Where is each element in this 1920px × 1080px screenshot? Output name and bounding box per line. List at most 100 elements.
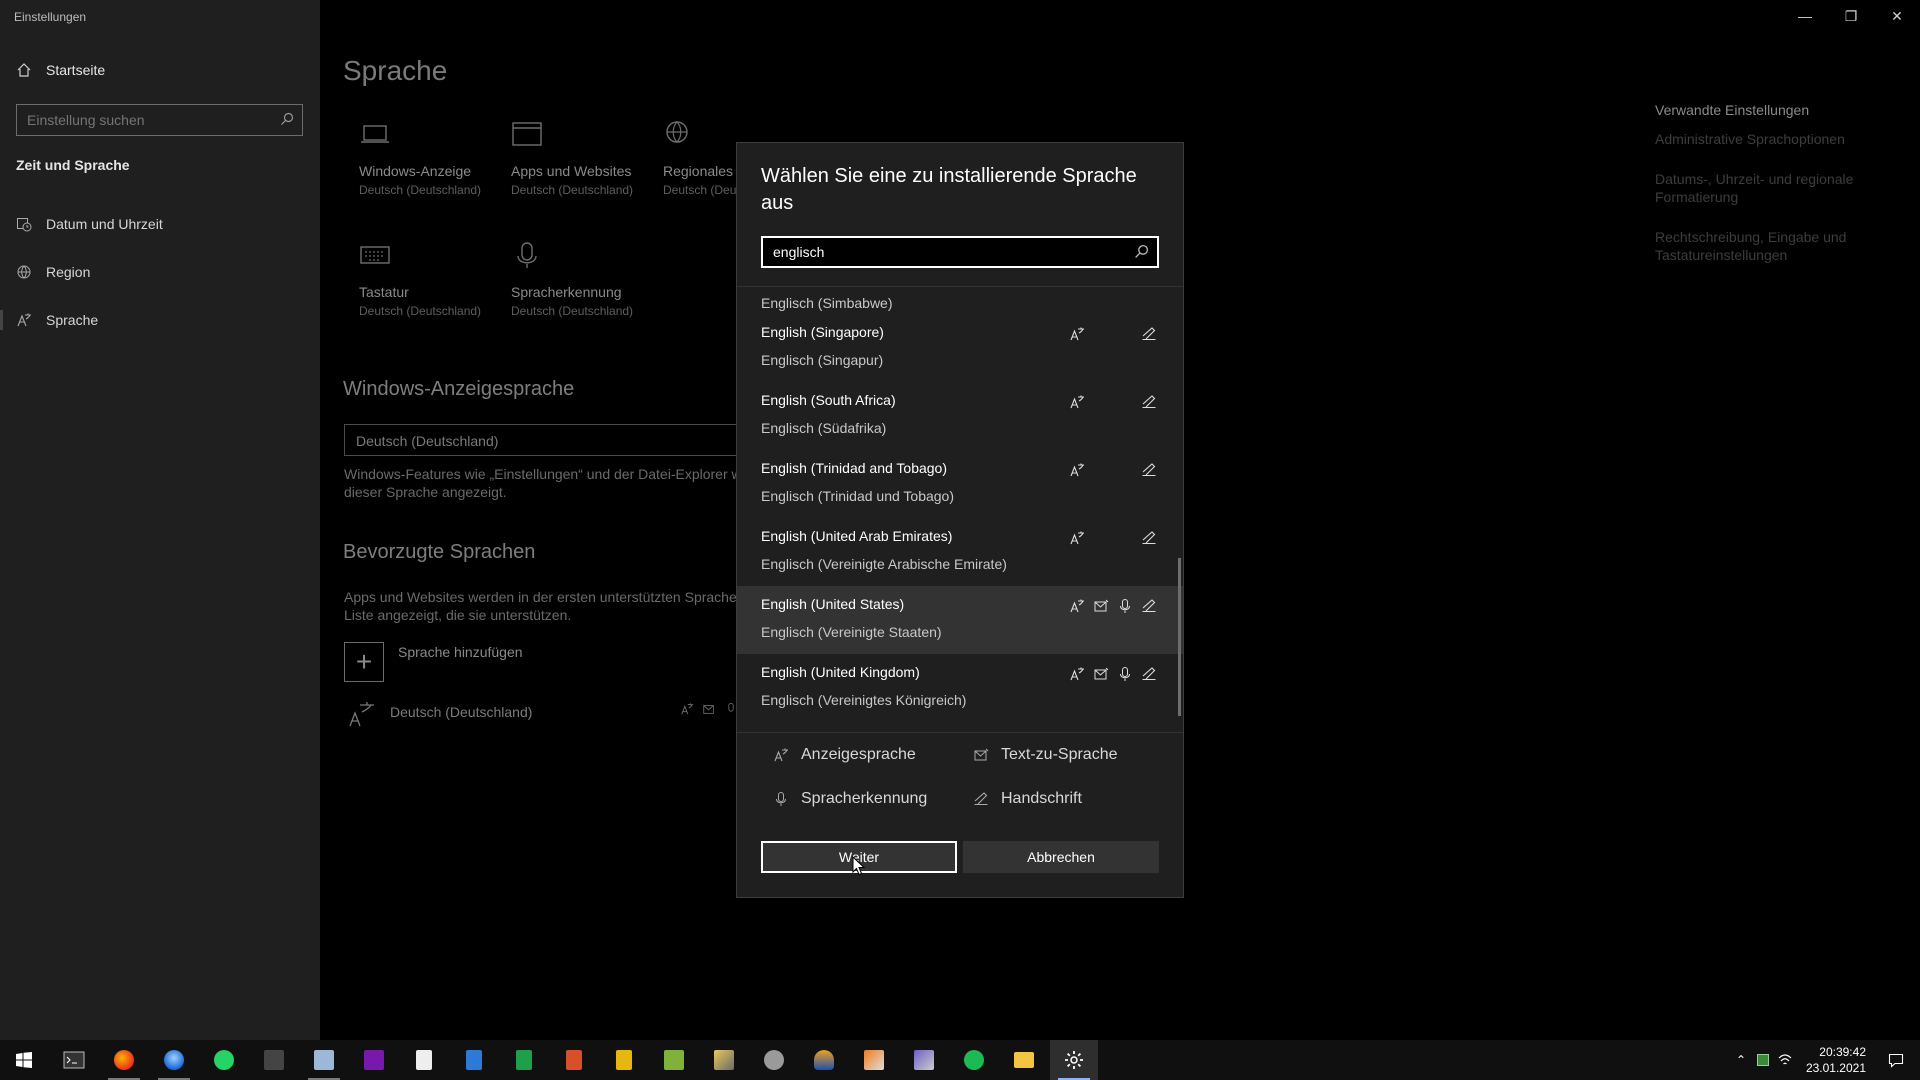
terminal-icon bbox=[63, 1051, 85, 1069]
search-icon[interactable] bbox=[1134, 244, 1149, 259]
taskbar-app[interactable] bbox=[750, 1040, 798, 1080]
taskbar-app[interactable] bbox=[250, 1040, 298, 1080]
taskbar-app[interactable] bbox=[100, 1040, 148, 1080]
tile-spracherkennung[interactable]: Spracherkennung Deutsch (Deutschland) bbox=[511, 241, 661, 318]
list-item[interactable]: English (Singapore) Englisch (Singapur) bbox=[737, 314, 1183, 382]
clock[interactable]: 20:39:42 23.01.2021 bbox=[1806, 1044, 1866, 1076]
settings-search-input[interactable] bbox=[17, 105, 267, 135]
preferred-language-item[interactable]: Deutsch (Deutschland) bbox=[348, 700, 532, 728]
taskbar-app[interactable] bbox=[1000, 1040, 1048, 1080]
tile-subtitle: Deutsch (Deutschland) bbox=[511, 183, 634, 197]
handwriting-icon bbox=[1142, 395, 1156, 409]
taskbar-app[interactable] bbox=[400, 1040, 448, 1080]
globe-icon bbox=[17, 265, 31, 279]
language-native-name: Englisch (Simbabwe) bbox=[761, 295, 893, 311]
dialog-title: Wählen Sie eine zu installierende Sprach… bbox=[761, 165, 1137, 214]
list-scrollbar[interactable] bbox=[1178, 558, 1181, 716]
list-item[interactable]: English (United Arab Emirates) Englisch … bbox=[737, 518, 1183, 586]
legend-label: Text-zu-Sprache bbox=[1001, 746, 1118, 763]
legend-label: Anzeigesprache bbox=[801, 746, 916, 763]
related-link-date-format[interactable]: Datums-, Uhrzeit- und regionale Formatie… bbox=[1655, 170, 1875, 206]
taskbar-app[interactable] bbox=[600, 1040, 648, 1080]
related-link-spelling-typing[interactable]: Rechtschreibung, Eingabe und Tastaturein… bbox=[1655, 228, 1875, 264]
list-item[interactable]: English (South Africa) Englisch (Südafri… bbox=[737, 382, 1183, 450]
text-to-speech-icon bbox=[974, 748, 989, 761]
taskbar-app-settings[interactable] bbox=[1050, 1040, 1098, 1080]
language-name: English (Trinidad and Tobago) bbox=[761, 460, 948, 476]
language-native-name: Englisch (Trinidad und Tobago) bbox=[761, 488, 955, 504]
minimize-button[interactable]: — bbox=[1782, 0, 1828, 32]
writer-icon bbox=[466, 1050, 482, 1070]
taskbar-app[interactable] bbox=[450, 1040, 498, 1080]
clock-time: 20:39:42 bbox=[1819, 1045, 1866, 1059]
sidebar-item-sprache[interactable]: Sprache bbox=[0, 300, 320, 340]
network-status-icon[interactable] bbox=[1752, 1054, 1774, 1066]
cancel-button[interactable]: Abbrechen bbox=[963, 841, 1159, 873]
display-language-icon bbox=[1070, 463, 1084, 477]
list-item[interactable]: English (Trinidad and Tobago) Englisch (… bbox=[737, 450, 1183, 518]
taskbar-app[interactable] bbox=[650, 1040, 698, 1080]
taskbar-app[interactable] bbox=[500, 1040, 548, 1080]
taskbar-app[interactable] bbox=[150, 1040, 198, 1080]
window-title: Einstellungen bbox=[14, 10, 87, 24]
settings-search-box[interactable] bbox=[16, 104, 303, 136]
ruler-icon bbox=[914, 1050, 934, 1070]
search-icon[interactable] bbox=[280, 112, 294, 126]
minimize-icon: — bbox=[1798, 8, 1812, 24]
preferred-languages-description: Apps und Websites werden in der ersten u… bbox=[344, 588, 764, 624]
wifi-icon[interactable] bbox=[1774, 1053, 1796, 1067]
tile-subtitle: Deutsch (Deu bbox=[663, 183, 737, 197]
language-search-box[interactable] bbox=[761, 236, 1159, 268]
tile-subtitle: Deutsch (Deutschland) bbox=[511, 304, 634, 318]
display-language-icon bbox=[1070, 599, 1084, 613]
keyboard-icon bbox=[360, 246, 390, 264]
taskbar-app[interactable] bbox=[850, 1040, 898, 1080]
taskbar-app[interactable] bbox=[550, 1040, 598, 1080]
list-item-selected[interactable]: English (United States) Englisch (Verein… bbox=[737, 586, 1183, 654]
tile-title: Tastatur bbox=[359, 284, 409, 300]
language-native-name: Englisch (Vereinigte Staaten) bbox=[761, 624, 942, 640]
taskbar-app[interactable] bbox=[800, 1040, 848, 1080]
window-icon bbox=[512, 122, 542, 146]
explorer-icon bbox=[1014, 1052, 1034, 1068]
language-search-input[interactable] bbox=[763, 238, 1123, 266]
whatsapp-icon bbox=[214, 1050, 234, 1070]
chevron-up-icon[interactable]: ⌃ bbox=[1730, 1053, 1752, 1067]
microphone-icon bbox=[1120, 667, 1130, 681]
text-to-speech-icon bbox=[1094, 599, 1109, 612]
sidebar-item-datum-uhrzeit[interactable]: Datum und Uhrzeit bbox=[0, 204, 320, 244]
tile-tastatur[interactable]: Tastatur Deutsch (Deutschland) bbox=[359, 241, 509, 318]
home-icon bbox=[17, 63, 31, 77]
tile-apps-websites[interactable]: Apps und Websites Deutsch (Deutschland) bbox=[511, 120, 661, 197]
start-button[interactable] bbox=[0, 1040, 48, 1080]
restore-button[interactable]: ❐ bbox=[1828, 0, 1874, 32]
taskbar-app[interactable] bbox=[300, 1040, 348, 1080]
add-language-button[interactable]: + Sprache hinzufügen bbox=[344, 642, 523, 682]
add-language-label: Sprache hinzufügen bbox=[398, 644, 523, 660]
tile-windows-anzeige[interactable]: Windows-Anzeige Deutsch (Deutschland) bbox=[359, 120, 509, 197]
tile-title: Apps und Websites bbox=[511, 163, 632, 179]
taskbar-app[interactable] bbox=[950, 1040, 998, 1080]
taskbar-app[interactable] bbox=[50, 1040, 98, 1080]
sidebar-item-label: Region bbox=[46, 264, 91, 280]
taskbar-app[interactable] bbox=[700, 1040, 748, 1080]
preferred-desc-line-2: Liste angezeigt, die sie unterstützen. bbox=[344, 607, 572, 623]
draw-icon bbox=[616, 1050, 632, 1070]
display-language-description: Windows-Features wie „Einstellungen“ und… bbox=[344, 465, 764, 501]
settings-window: Startseite Zeit und Sprache Datum und Uh… bbox=[0, 0, 1920, 1080]
taskbar-app[interactable] bbox=[200, 1040, 248, 1080]
tile-regionales-format[interactable]: Regionales F Deutsch (Deu bbox=[663, 120, 743, 197]
taskbar-app[interactable] bbox=[350, 1040, 398, 1080]
display-language-dropdown[interactable]: Deutsch (Deutschland) bbox=[344, 424, 764, 456]
close-button[interactable]: ✕ bbox=[1874, 0, 1920, 32]
handwriting-icon bbox=[1142, 667, 1156, 681]
text-to-speech-icon bbox=[703, 705, 714, 714]
related-settings: Verwandte Einstellungen Administrative S… bbox=[1655, 102, 1875, 286]
sidebar-home[interactable]: Startseite bbox=[16, 62, 105, 78]
sidebar-item-region[interactable]: Region bbox=[0, 252, 320, 292]
related-link-admin-language[interactable]: Administrative Sprachoptionen bbox=[1655, 130, 1875, 148]
action-center-button[interactable] bbox=[1872, 1040, 1920, 1080]
onenote-icon bbox=[364, 1050, 384, 1070]
list-item[interactable]: English (United Kingdom) Englisch (Verei… bbox=[737, 654, 1183, 722]
taskbar-app[interactable] bbox=[900, 1040, 948, 1080]
